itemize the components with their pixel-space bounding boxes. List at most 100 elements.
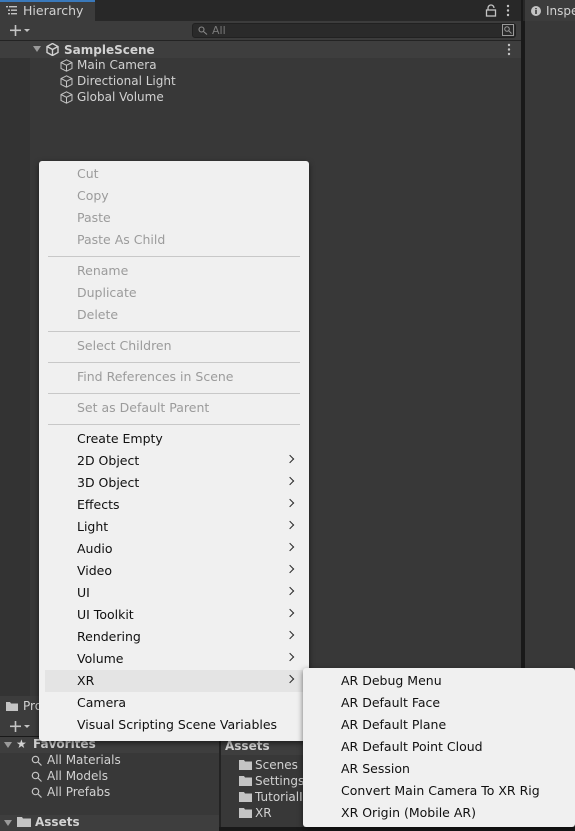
menu-item-find-references[interactable]: Find References in Scene [39,366,309,388]
favorite-item-label: All Materials [47,753,121,767]
folder-icon [6,702,18,711]
hierarchy-item-label: Main Camera [77,58,157,72]
lock-icon[interactable] [485,4,497,17]
menu-item-label: Duplicate [77,285,137,300]
chevron-right-icon [285,542,295,552]
search-icon [31,755,42,766]
menu-item-label: Video [77,563,113,578]
assets-breadcrumb-label[interactable]: Assets [225,739,270,753]
favorite-item[interactable]: All Materials [31,753,219,769]
menu-item-duplicate[interactable]: Duplicate [39,282,309,304]
menu-item-copy[interactable]: Copy [39,185,309,207]
inspector-tab-label: Inspe [546,4,575,18]
unity-scene-icon [46,43,59,56]
menu-item-label: XR [77,673,95,688]
folder-label: TutorialI [255,790,303,804]
menu-item-ui-toolkit[interactable]: UI Toolkit [39,604,309,626]
gameobject-cube-icon [60,75,73,88]
menu-item-3d-object[interactable]: 3D Object [39,472,309,494]
menu-item-camera[interactable]: Camera [39,692,309,714]
submenu-item-ar-debug-menu[interactable]: AR Debug Menu [303,670,575,692]
menu-item-label: Volume [77,651,124,666]
menu-item-label: XR Origin (Mobile AR) [341,805,476,820]
menu-item-label: 2D Object [77,453,140,468]
menu-item-volume[interactable]: Volume [39,648,309,670]
menu-item-visual-scripting-scene-variables[interactable]: Visual Scripting Scene Variables [39,714,309,736]
folder-icon [239,776,252,786]
folder-label: XR [255,806,272,820]
search-placeholder: All [212,24,226,37]
search-icon [31,771,42,782]
menu-item-select-children[interactable]: Select Children [39,335,309,357]
menu-separator [48,331,300,332]
menu-item-rename[interactable]: Rename [39,260,309,282]
menu-item-light[interactable]: Light [39,516,309,538]
menu-item-label: Cut [77,166,99,181]
more-options-icon[interactable] [505,4,511,17]
assets-tree-row[interactable] [0,815,219,831]
expand-arrow-icon[interactable] [33,46,41,52]
hierarchy-item-directional-light[interactable]: Directional Light [60,74,520,90]
menu-item-paste[interactable]: Paste [39,207,309,229]
menu-item-paste-as-child[interactable]: Paste As Child [39,229,309,251]
search-input[interactable] [192,23,516,38]
menu-item-effects[interactable]: Effects [39,494,309,516]
chevron-right-icon [285,476,295,486]
favorite-item[interactable]: All Prefabs [31,785,219,801]
menu-item-label: Delete [77,307,119,322]
submenu-item-xr-origin-mobile-ar[interactable]: XR Origin (Mobile AR) [303,802,575,824]
menu-item-label: Select Children [77,338,172,353]
search-scene-icon[interactable] [502,24,514,36]
menu-item-xr[interactable]: XR [45,670,303,692]
submenu-item-convert-main-camera[interactable]: Convert Main Camera To XR Rig [303,780,575,802]
info-icon [531,6,541,16]
add-dropdown-button[interactable] [4,22,32,39]
search-icon [198,26,208,35]
chevron-right-icon [285,564,295,574]
hierarchy-item-main-camera[interactable]: Main Camera [60,58,520,74]
menu-item-cut[interactable]: Cut [39,163,309,185]
submenu-item-ar-default-point-cloud[interactable]: AR Default Point Cloud [303,736,575,758]
menu-item-label: Effects [77,497,120,512]
list-icon [6,6,17,15]
menu-item-label: AR Default Plane [341,717,447,732]
more-options-icon[interactable] [506,43,512,56]
favorite-item[interactable]: All Models [31,769,219,785]
menu-item-ui[interactable]: UI [39,582,309,604]
menu-item-2d-object[interactable]: 2D Object [39,450,309,472]
hierarchy-gutter [0,41,30,696]
add-dropdown-button[interactable] [4,718,32,735]
submenu-item-ar-session[interactable]: AR Session [303,758,575,780]
hierarchy-item-global-volume[interactable]: Global Volume [60,90,520,106]
chevron-right-icon [285,454,295,464]
submenu-item-ar-default-face[interactable]: AR Default Face [303,692,575,714]
menu-item-audio[interactable]: Audio [39,538,309,560]
menu-item-label: Copy [77,188,109,203]
gameobject-cube-icon [60,91,73,104]
scene-name: SampleScene [64,43,155,57]
menu-item-rendering[interactable]: Rendering [39,626,309,648]
folder-icon [239,792,252,802]
expand-arrow-icon[interactable] [4,742,12,748]
menu-item-label: Paste As Child [77,232,166,247]
menu-item-create-empty[interactable]: Create Empty [39,428,309,450]
hierarchy-item-label: Global Volume [77,90,164,104]
search-icon [31,787,42,798]
menu-item-label: Set as Default Parent [77,400,210,415]
menu-item-delete[interactable]: Delete [39,304,309,326]
folder-icon [17,817,31,827]
menu-item-label: 3D Object [77,475,140,490]
menu-item-set-default-parent[interactable]: Set as Default Parent [39,397,309,419]
menu-separator [48,393,300,394]
menu-item-video[interactable]: Video [39,560,309,582]
folder-icon [239,760,252,770]
menu-separator [48,256,300,257]
chevron-right-icon [285,630,295,640]
submenu-item-ar-default-plane[interactable]: AR Default Plane [303,714,575,736]
gameobject-cube-icon [60,59,73,72]
menu-item-label: AR Debug Menu [341,673,442,688]
folder-label: Settings [255,774,305,788]
chevron-right-icon [285,498,295,508]
expand-arrow-icon[interactable] [4,820,12,826]
menu-item-label: UI Toolkit [77,607,134,622]
